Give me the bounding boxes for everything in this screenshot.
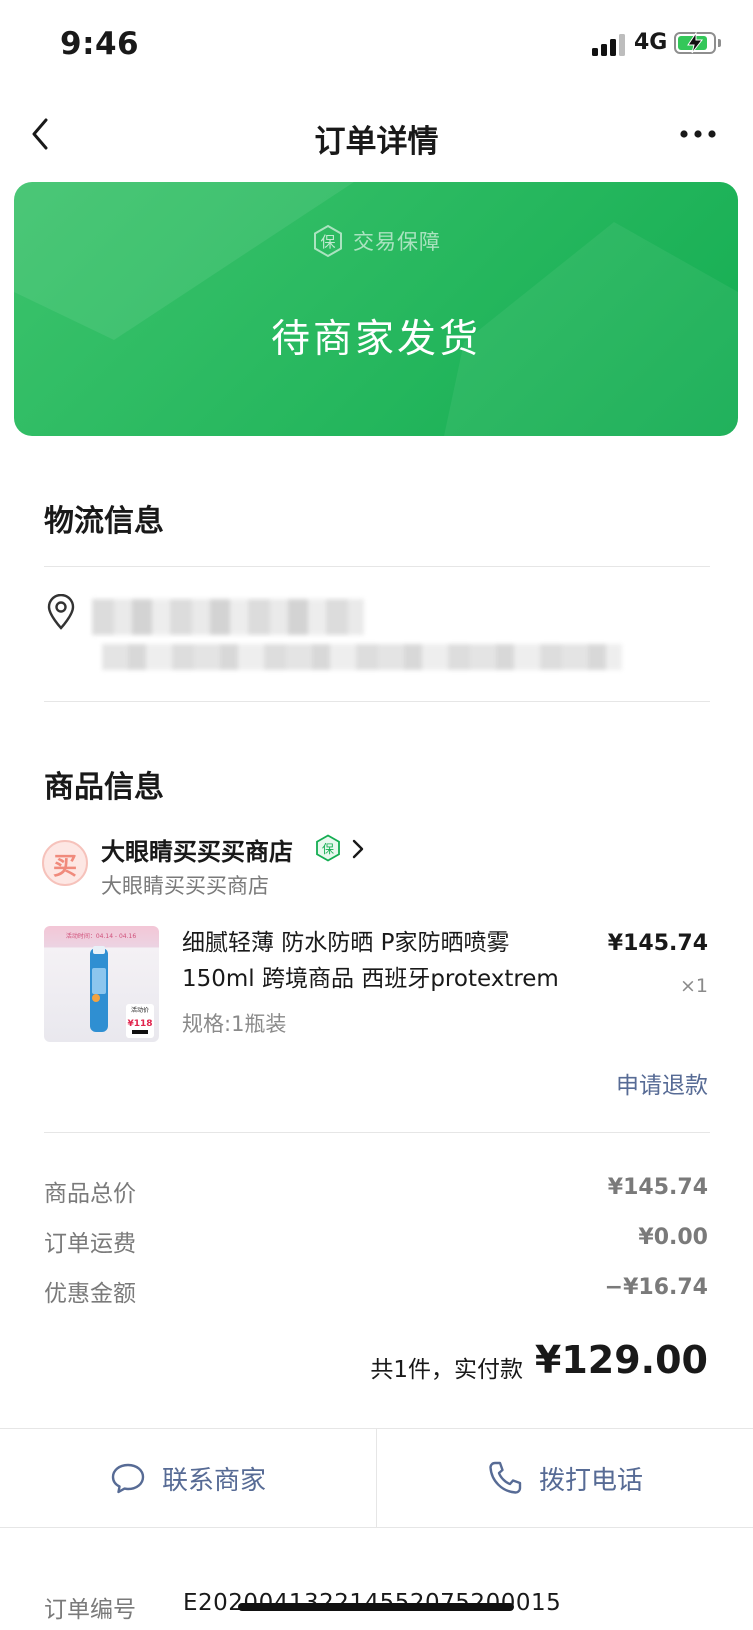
svg-text:保: 保 [320,233,335,251]
chevron-right-icon[interactable] [350,838,366,860]
paid-label: 共1件，实付款 [370,1357,523,1383]
order-status-banner: 保 交易保障 待商家发货 [14,182,738,436]
address-detail-redacted[interactable] [102,644,622,670]
logistics-title: 物流信息 [44,504,164,539]
call-phone-label: 拨打电话 [538,1465,643,1496]
order-number-redaction [238,1603,514,1611]
more-icon[interactable] [678,114,718,154]
contact-merchant-button[interactable]: 联系商家 [0,1429,376,1527]
request-refund-link[interactable]: 申请退款 [616,1066,708,1100]
product-quantity: ×1 [679,975,708,997]
signal-icon [592,34,626,56]
divider [44,566,710,567]
order-detail-page: 9:46 4G 订单详情 保 交易保障 待商家发货 物流信息 商品信息 买 大眼… [0,0,753,1630]
product-spec: 规格:1瓶装 [182,1012,287,1036]
total-price-value: ¥145.74 [607,1175,708,1200]
network-type: 4G [634,30,668,55]
call-phone-button[interactable]: 拨打电话 [377,1429,753,1527]
phone-icon [489,1461,522,1494]
shop-subtitle: 大眼睛买买买商店 [101,874,269,898]
shield-icon: 保 [314,224,342,258]
svg-text:活动价: 活动价 [131,1006,149,1014]
shop-logo[interactable]: 买 [42,840,88,886]
shipping-fee-value: ¥0.00 [638,1225,708,1250]
charging-bolt-icon [687,32,704,54]
order-number-label: 订单编号 [44,1597,136,1623]
divider [44,1132,710,1133]
action-bar: 联系商家 拨打电话 [0,1428,753,1528]
page-title: 订单详情 [314,124,439,160]
goods-title: 商品信息 [44,770,164,805]
svg-text:保: 保 [322,842,334,856]
location-pin-icon [47,594,75,630]
shipping-fee-label: 订单运费 [44,1231,136,1257]
chat-bubble-icon [111,1463,145,1494]
nav-bar: 订单详情 [0,92,753,182]
svg-text:¥118: ¥118 [127,1019,152,1029]
shop-name[interactable]: 大眼睛买买买商店 [101,832,293,867]
divider [44,701,710,702]
total-price-label: 商品总价 [44,1181,136,1207]
address-redacted[interactable] [92,599,364,635]
discount-value: −¥16.74 [604,1275,708,1300]
product-price: ¥145.74 [607,931,708,956]
status-time: 9:46 [60,26,140,62]
guarantee-badge-icon: 保 [316,834,340,862]
product-image[interactable]: 活动时间：04.14 - 04.16 活动价 ¥118 [44,926,159,1042]
product-image-art: 活动时间：04.14 - 04.16 活动价 ¥118 [66,932,154,1038]
paid-amount: ¥129.00 [534,1338,708,1382]
contact-merchant-label: 联系商家 [161,1465,266,1496]
guarantee-text: 交易保障 [353,230,441,254]
svg-text:活动时间：04.14 - 04.16: 活动时间：04.14 - 04.16 [66,932,137,940]
guarantee-row: 保 交易保障 [14,224,738,258]
product-name[interactable]: 细腻轻薄 防水防晒 P家防晒喷雾150ml 跨境商品 西班牙protextrem [182,925,582,997]
order-status-title: 待商家发货 [270,317,481,362]
discount-label: 优惠金额 [44,1281,136,1307]
battery-cap [718,39,721,47]
status-bar: 9:46 4G [0,0,753,92]
